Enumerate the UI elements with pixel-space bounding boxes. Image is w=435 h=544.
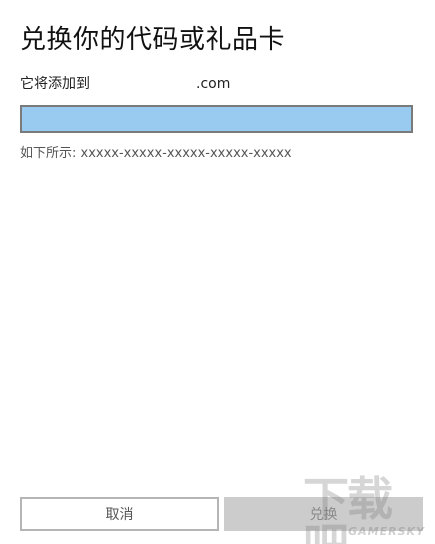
dialog-title: 兑换你的代码或礼品卡 xyxy=(20,25,286,55)
masked-account-name xyxy=(90,76,196,90)
account-line: 它将添加到 .com xyxy=(20,74,230,94)
account-prefix-text: 它将添加到 xyxy=(20,76,90,92)
redeem-code-dialog: 兑换你的代码或礼品卡 它将添加到 .com 如下所示: xxxxx-xxxxx-x… xyxy=(0,0,435,544)
cancel-button[interactable]: 取消 xyxy=(20,497,219,531)
code-format-hint: 如下所示: xxxxx-xxxxx-xxxxx-xxxxx-xxxxx xyxy=(20,146,292,161)
account-domain-suffix: .com xyxy=(196,76,231,92)
code-input[interactable] xyxy=(20,105,413,133)
cancel-button-label: 取消 xyxy=(105,507,134,523)
redeem-button[interactable]: 兑换 xyxy=(224,497,423,531)
redeem-button-label: 兑换 xyxy=(309,507,338,523)
